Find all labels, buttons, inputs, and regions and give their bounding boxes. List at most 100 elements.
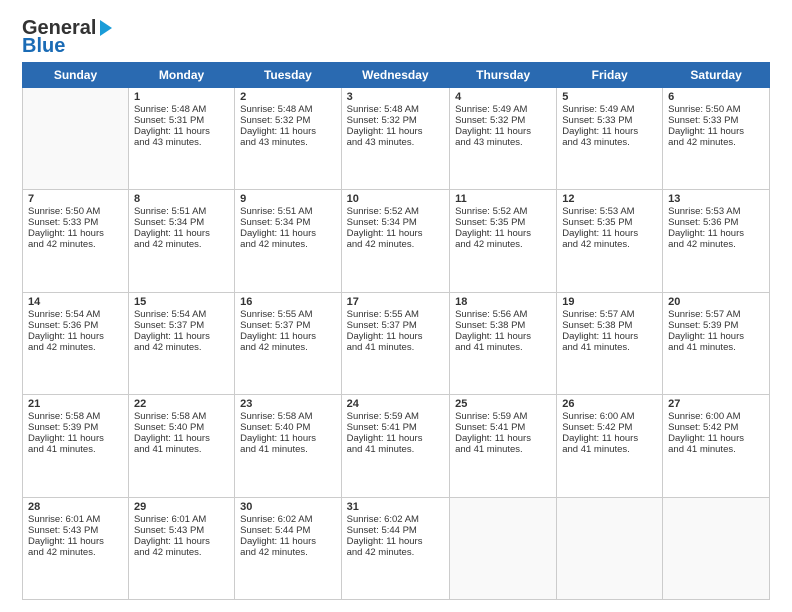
- day-info: Sunrise: 5:57 AM: [668, 309, 764, 320]
- day-info: Sunset: 5:34 PM: [347, 217, 444, 228]
- day-info: Daylight: 11 hours: [562, 433, 657, 444]
- day-info: Sunset: 5:39 PM: [668, 320, 764, 331]
- day-number: 8: [134, 193, 229, 205]
- calendar-cell: 18Sunrise: 5:56 AMSunset: 5:38 PMDayligh…: [450, 292, 557, 394]
- day-number: 17: [347, 296, 444, 308]
- calendar-cell: 25Sunrise: 5:59 AMSunset: 5:41 PMDayligh…: [450, 395, 557, 497]
- calendar-cell: [557, 497, 663, 599]
- day-info: Daylight: 11 hours: [562, 126, 657, 137]
- calendar-cell: 28Sunrise: 6:01 AMSunset: 5:43 PMDayligh…: [23, 497, 129, 599]
- calendar-cell: 31Sunrise: 6:02 AMSunset: 5:44 PMDayligh…: [341, 497, 449, 599]
- calendar-header-saturday: Saturday: [663, 63, 770, 88]
- day-info: Sunrise: 5:49 AM: [455, 104, 551, 115]
- day-info: and 43 minutes.: [347, 137, 444, 148]
- day-number: 11: [455, 193, 551, 205]
- calendar-cell: 29Sunrise: 6:01 AMSunset: 5:43 PMDayligh…: [128, 497, 234, 599]
- day-info: Sunrise: 6:02 AM: [347, 514, 444, 525]
- day-info: Daylight: 11 hours: [347, 536, 444, 547]
- day-info: Sunset: 5:42 PM: [562, 422, 657, 433]
- calendar-cell: 30Sunrise: 6:02 AMSunset: 5:44 PMDayligh…: [235, 497, 341, 599]
- day-number: 23: [240, 398, 335, 410]
- day-info: Sunrise: 5:55 AM: [240, 309, 335, 320]
- calendar-cell: 12Sunrise: 5:53 AMSunset: 5:35 PMDayligh…: [557, 190, 663, 292]
- day-number: 25: [455, 398, 551, 410]
- day-info: Sunset: 5:37 PM: [347, 320, 444, 331]
- day-info: Sunrise: 5:55 AM: [347, 309, 444, 320]
- day-info: Sunset: 5:32 PM: [347, 115, 444, 126]
- week-row-2: 7Sunrise: 5:50 AMSunset: 5:33 PMDaylight…: [23, 190, 770, 292]
- day-info: and 42 minutes.: [347, 239, 444, 250]
- day-info: Sunrise: 5:48 AM: [240, 104, 335, 115]
- day-number: 14: [28, 296, 123, 308]
- day-info: Sunset: 5:34 PM: [134, 217, 229, 228]
- day-number: 1: [134, 91, 229, 103]
- day-info: Daylight: 11 hours: [134, 126, 229, 137]
- header: General Blue: [22, 18, 770, 56]
- day-info: Daylight: 11 hours: [240, 536, 335, 547]
- day-info: Sunset: 5:32 PM: [455, 115, 551, 126]
- day-info: Sunrise: 5:59 AM: [455, 411, 551, 422]
- day-number: 21: [28, 398, 123, 410]
- day-info: Daylight: 11 hours: [455, 433, 551, 444]
- day-number: 9: [240, 193, 335, 205]
- day-info: and 43 minutes.: [562, 137, 657, 148]
- calendar-cell: 16Sunrise: 5:55 AMSunset: 5:37 PMDayligh…: [235, 292, 341, 394]
- day-info: Daylight: 11 hours: [347, 433, 444, 444]
- day-info: Daylight: 11 hours: [134, 228, 229, 239]
- day-info: Daylight: 11 hours: [347, 126, 444, 137]
- day-info: Sunrise: 6:02 AM: [240, 514, 335, 525]
- day-info: Sunset: 5:35 PM: [455, 217, 551, 228]
- day-number: 31: [347, 501, 444, 513]
- day-info: Sunset: 5:39 PM: [28, 422, 123, 433]
- day-info: Daylight: 11 hours: [562, 228, 657, 239]
- day-info: Sunrise: 5:58 AM: [240, 411, 335, 422]
- day-info: Sunrise: 5:57 AM: [562, 309, 657, 320]
- day-info: Sunrise: 5:52 AM: [347, 206, 444, 217]
- day-number: 2: [240, 91, 335, 103]
- calendar-cell: 14Sunrise: 5:54 AMSunset: 5:36 PMDayligh…: [23, 292, 129, 394]
- calendar-cell: 10Sunrise: 5:52 AMSunset: 5:34 PMDayligh…: [341, 190, 449, 292]
- calendar-cell: 6Sunrise: 5:50 AMSunset: 5:33 PMDaylight…: [663, 88, 770, 190]
- day-number: 26: [562, 398, 657, 410]
- day-info: Sunset: 5:31 PM: [134, 115, 229, 126]
- day-number: 27: [668, 398, 764, 410]
- calendar-cell: 24Sunrise: 5:59 AMSunset: 5:41 PMDayligh…: [341, 395, 449, 497]
- calendar-cell: 8Sunrise: 5:51 AMSunset: 5:34 PMDaylight…: [128, 190, 234, 292]
- day-info: Sunrise: 5:48 AM: [134, 104, 229, 115]
- day-number: 7: [28, 193, 123, 205]
- day-info: Sunrise: 5:56 AM: [455, 309, 551, 320]
- calendar-header-monday: Monday: [128, 63, 234, 88]
- calendar-cell: [450, 497, 557, 599]
- day-number: 20: [668, 296, 764, 308]
- day-info: and 41 minutes.: [28, 444, 123, 455]
- day-info: Daylight: 11 hours: [347, 331, 444, 342]
- day-number: 13: [668, 193, 764, 205]
- day-info: Sunset: 5:38 PM: [455, 320, 551, 331]
- day-info: Daylight: 11 hours: [668, 228, 764, 239]
- day-info: Sunrise: 5:50 AM: [668, 104, 764, 115]
- calendar-cell: 9Sunrise: 5:51 AMSunset: 5:34 PMDaylight…: [235, 190, 341, 292]
- day-info: Daylight: 11 hours: [455, 126, 551, 137]
- logo: General Blue: [22, 18, 112, 56]
- day-info: Sunrise: 5:59 AM: [347, 411, 444, 422]
- day-info: Sunrise: 5:50 AM: [28, 206, 123, 217]
- calendar-cell: 21Sunrise: 5:58 AMSunset: 5:39 PMDayligh…: [23, 395, 129, 497]
- day-info: Sunrise: 5:58 AM: [28, 411, 123, 422]
- day-info: and 41 minutes.: [668, 444, 764, 455]
- day-info: Sunrise: 6:01 AM: [134, 514, 229, 525]
- calendar-header-wednesday: Wednesday: [341, 63, 449, 88]
- day-info: Sunset: 5:43 PM: [134, 525, 229, 536]
- calendar-header-thursday: Thursday: [450, 63, 557, 88]
- day-number: 5: [562, 91, 657, 103]
- calendar-table: SundayMondayTuesdayWednesdayThursdayFrid…: [22, 62, 770, 600]
- day-info: Sunset: 5:38 PM: [562, 320, 657, 331]
- calendar-cell: 13Sunrise: 5:53 AMSunset: 5:36 PMDayligh…: [663, 190, 770, 292]
- day-info: Sunrise: 5:53 AM: [562, 206, 657, 217]
- day-info: Sunset: 5:37 PM: [134, 320, 229, 331]
- day-number: 12: [562, 193, 657, 205]
- day-info: and 41 minutes.: [134, 444, 229, 455]
- day-info: and 42 minutes.: [668, 239, 764, 250]
- calendar-cell: [663, 497, 770, 599]
- day-number: 28: [28, 501, 123, 513]
- calendar-cell: 5Sunrise: 5:49 AMSunset: 5:33 PMDaylight…: [557, 88, 663, 190]
